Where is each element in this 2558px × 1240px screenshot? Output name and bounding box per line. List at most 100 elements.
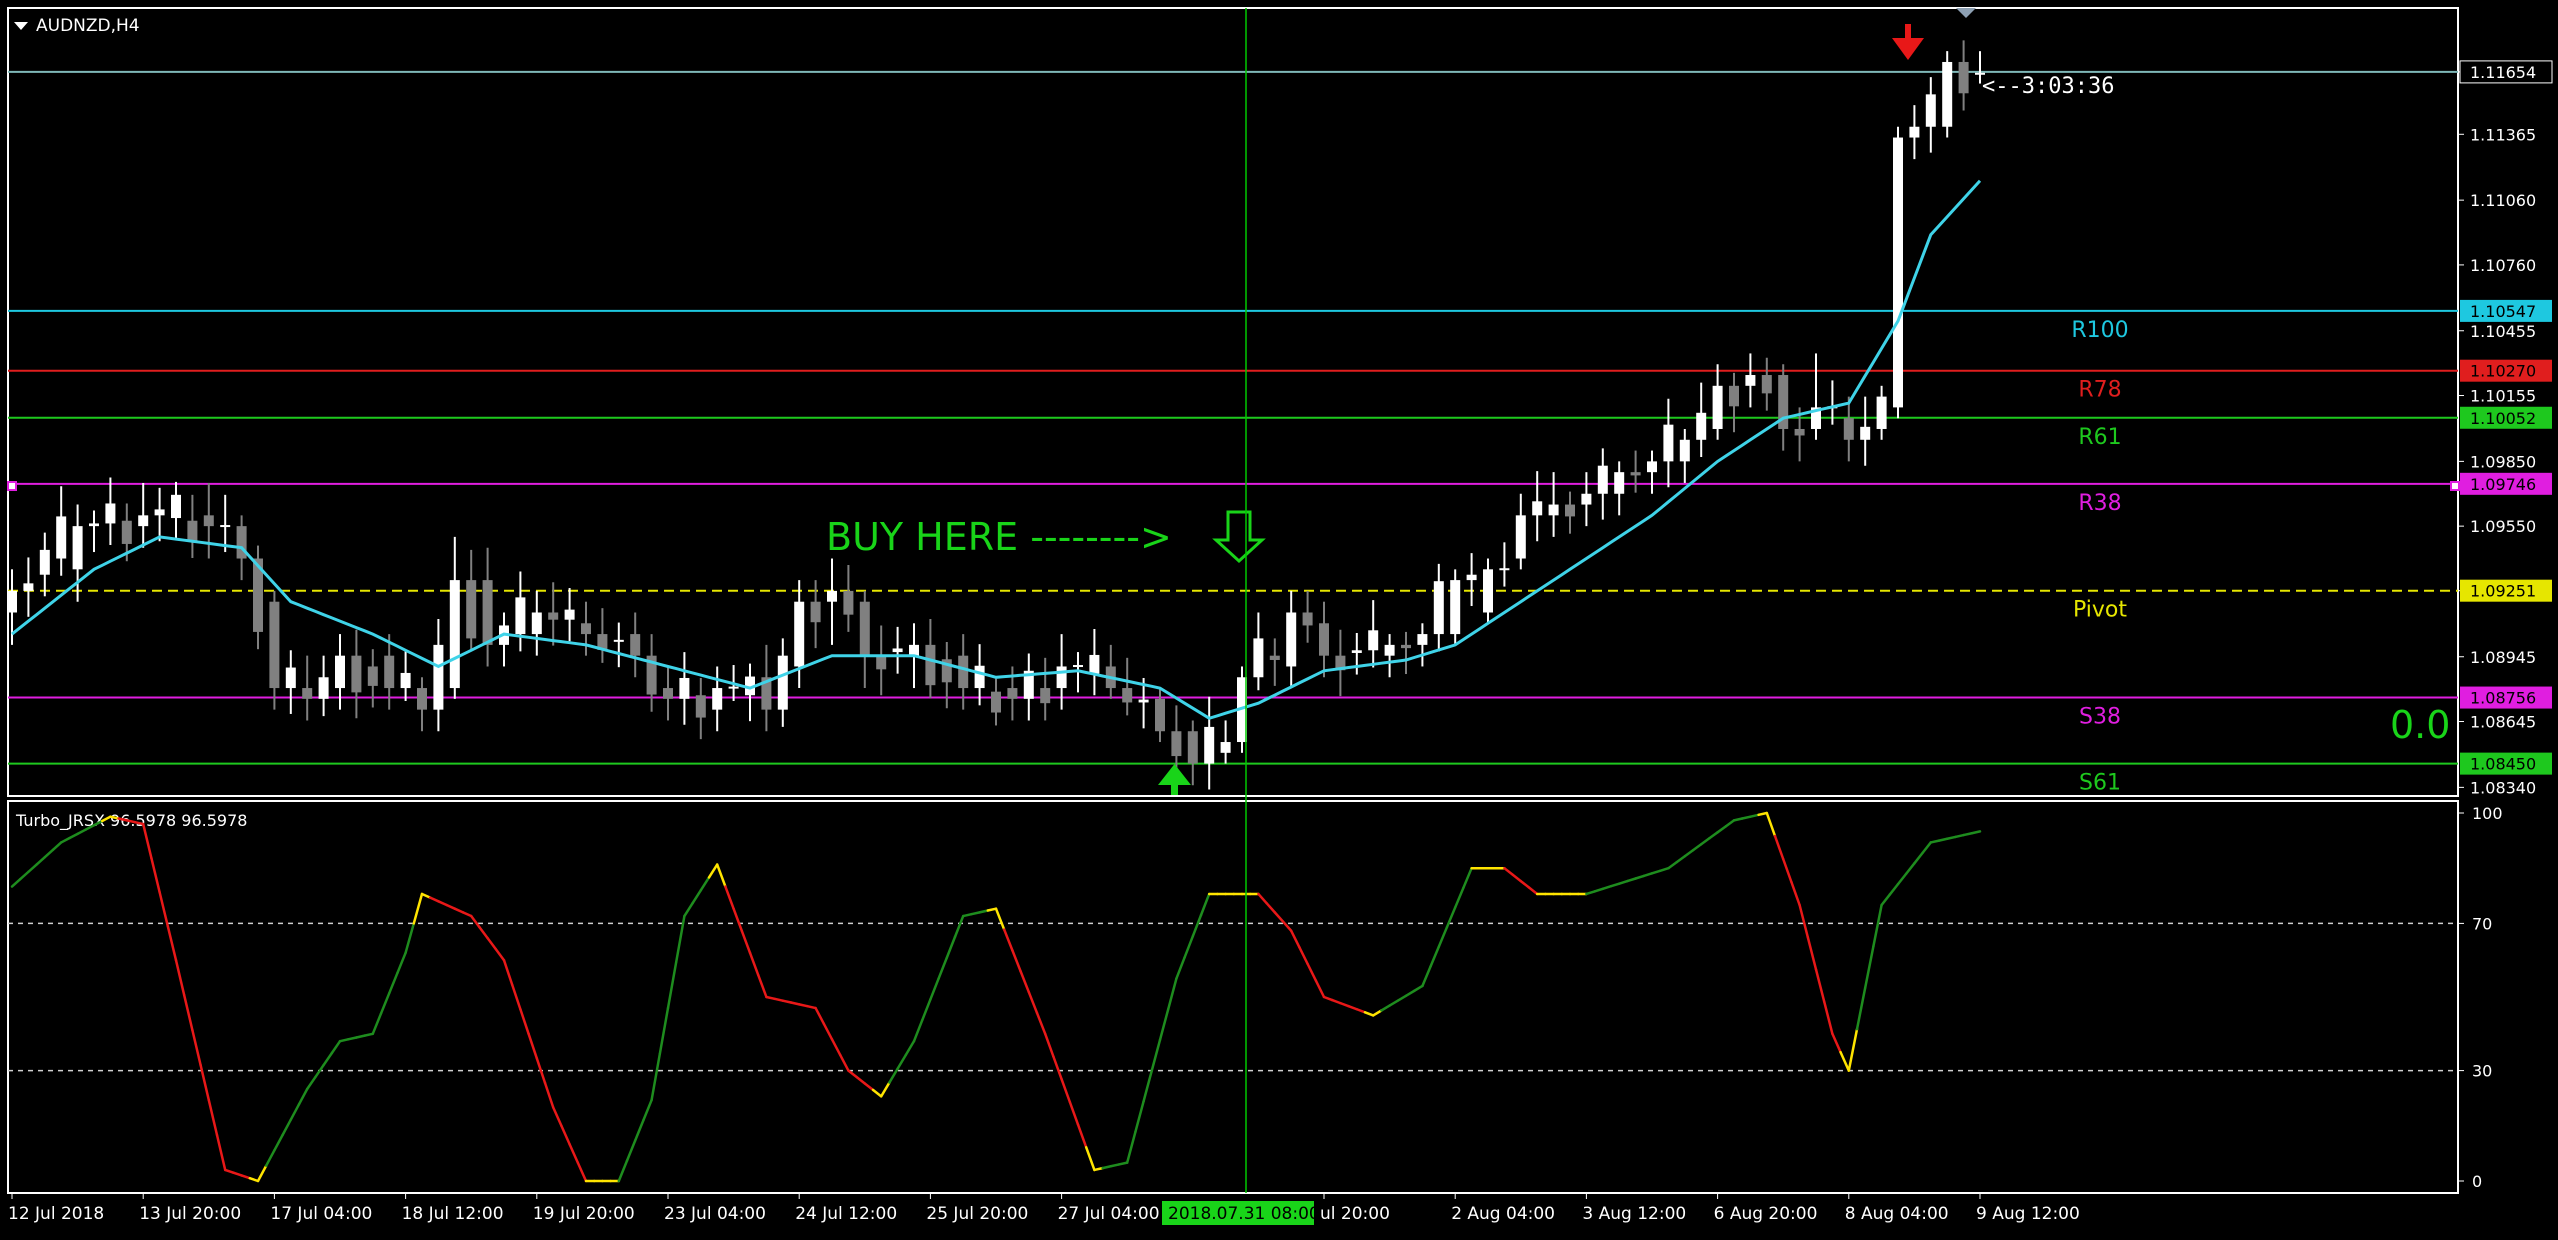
candle-body xyxy=(1925,94,1936,127)
crosshair-time-label: 2018.07.31 08:00 xyxy=(1168,1204,1320,1224)
candle-body xyxy=(1893,137,1903,408)
price-tick-label: 1.11365 xyxy=(2470,125,2536,144)
candle-body xyxy=(1073,665,1083,668)
candle-body xyxy=(121,520,132,544)
candle-body xyxy=(171,494,181,519)
time-label: 8 Aug 04:00 xyxy=(1845,1204,1949,1224)
candle-body xyxy=(400,672,411,689)
candle-body xyxy=(1761,375,1772,394)
price-tick-label: 1.10155 xyxy=(2470,387,2536,406)
candle-body xyxy=(1056,666,1067,689)
candle-body xyxy=(187,520,198,541)
level-price-s61: 1.08450 xyxy=(2470,755,2536,774)
time-label: 6 Aug 20:00 xyxy=(1714,1204,1818,1224)
candle-body xyxy=(1483,569,1493,613)
candle-body xyxy=(433,644,444,710)
time-label: 3 Aug 12:00 xyxy=(1582,1204,1686,1224)
candle-body xyxy=(1417,634,1428,645)
candle-body xyxy=(39,549,50,575)
candle-body xyxy=(1794,428,1805,436)
buy-here-annotation[interactable]: BUY HERE --------> xyxy=(826,515,1172,559)
candle-body xyxy=(335,655,345,689)
candle-body xyxy=(1007,688,1018,699)
candle-body xyxy=(564,609,575,620)
time-label: 12 Jul 2018 xyxy=(8,1204,104,1224)
line-handle-left[interactable] xyxy=(7,481,17,491)
candle-body xyxy=(1351,650,1362,653)
candle-body xyxy=(1581,493,1592,505)
candle-body xyxy=(712,688,723,710)
candle-body xyxy=(1450,580,1461,635)
price-tick-label: 1.09550 xyxy=(2470,517,2536,536)
candle-body xyxy=(531,612,542,635)
time-label: 13 Jul 20:00 xyxy=(139,1204,241,1224)
candle-body xyxy=(72,526,83,570)
candle-body xyxy=(1843,418,1854,440)
price-tick-label: 1.11060 xyxy=(2470,191,2536,210)
level-price-r61: 1.10052 xyxy=(2470,409,2536,428)
candle-body xyxy=(548,612,559,620)
candle-body xyxy=(1433,581,1444,635)
candle-body xyxy=(1499,568,1510,571)
candle-body xyxy=(302,688,313,699)
candle-body xyxy=(89,523,99,527)
indicator-tick-label: 70 xyxy=(2472,914,2492,933)
candle-body xyxy=(1253,638,1264,678)
candle-body xyxy=(581,623,591,635)
candle-body xyxy=(630,634,641,656)
candle-body xyxy=(515,597,526,635)
candle-body xyxy=(876,655,887,670)
candle-body xyxy=(827,590,837,602)
level-label-r61: R61 xyxy=(2078,425,2121,450)
indicator-tick-label: 0 xyxy=(2472,1172,2482,1191)
candle-body xyxy=(777,655,788,710)
candle-body xyxy=(1614,472,1625,494)
candle-body xyxy=(1319,623,1329,656)
candle-body xyxy=(1401,644,1411,649)
candle-body xyxy=(974,665,985,689)
candle-body xyxy=(1647,461,1657,473)
candle-body xyxy=(138,515,149,527)
candle-body xyxy=(1712,385,1723,429)
level-price-pivot: 1.09251 xyxy=(2470,582,2536,601)
candle-body xyxy=(1679,439,1690,462)
candle-body xyxy=(56,516,67,559)
candle-body xyxy=(1942,61,1953,127)
level-price-r78: 1.10270 xyxy=(2470,362,2536,381)
level-price-s38: 1.08756 xyxy=(2470,689,2536,708)
indicator-tick-label: 30 xyxy=(2472,1062,2492,1081)
time-label: ul 20:00 xyxy=(1320,1204,1390,1224)
time-label: 24 Jul 12:00 xyxy=(795,1204,897,1224)
level-label-s61: S61 xyxy=(2079,771,2121,796)
time-label: 9 Aug 12:00 xyxy=(1976,1204,2080,1224)
score-text: 0.0 xyxy=(2390,703,2450,747)
candle-body xyxy=(1269,655,1280,660)
price-tick-label: 1.10455 xyxy=(2470,322,2536,341)
candle-body xyxy=(1204,726,1215,764)
candle-body xyxy=(1515,515,1526,559)
candle-body xyxy=(794,601,805,667)
trading-chart[interactable]: 1.11654 1.11365 1.11060 1.10760 1.10455 1.101… xyxy=(0,0,2558,1240)
candle-body xyxy=(351,655,362,693)
candle-body xyxy=(1122,688,1133,703)
candle-body xyxy=(909,644,919,656)
line-handle-right[interactable] xyxy=(2450,481,2460,491)
candle-body xyxy=(154,509,165,516)
chart-background xyxy=(0,0,2558,1240)
candle-body xyxy=(843,590,854,615)
candle-body xyxy=(220,525,231,528)
candle-body xyxy=(1597,465,1608,494)
time-label: 18 Jul 12:00 xyxy=(402,1204,504,1224)
level-price-r100: 1.10547 xyxy=(2470,302,2536,321)
candle-body xyxy=(1089,654,1100,674)
candle-body xyxy=(1187,731,1198,764)
time-label: 19 Jul 20:00 xyxy=(533,1204,635,1224)
candle-body xyxy=(1466,574,1477,581)
time-label: 17 Jul 04:00 xyxy=(270,1204,372,1224)
candle-body xyxy=(1909,126,1920,138)
candle-body xyxy=(1286,612,1297,667)
candle-body xyxy=(466,580,477,639)
candle-body xyxy=(1384,644,1395,656)
time-label: 2 Aug 04:00 xyxy=(1451,1204,1555,1224)
candle-body xyxy=(7,590,17,613)
